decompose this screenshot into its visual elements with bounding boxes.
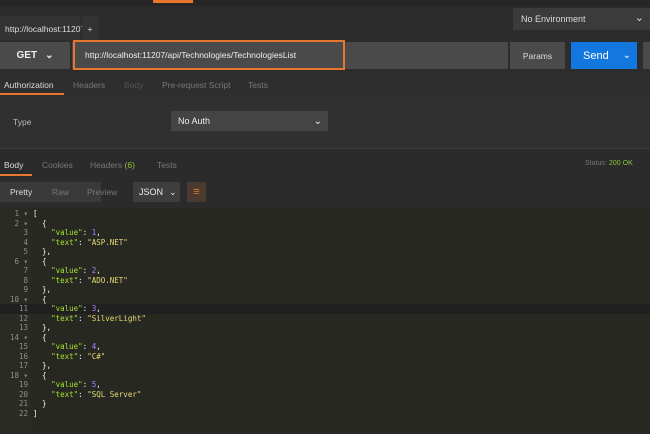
active-indicator	[153, 0, 193, 3]
send-button[interactable]: Send ⌄	[571, 42, 637, 69]
tab-response-headers[interactable]: Headers (6)	[90, 160, 135, 170]
preview-button[interactable]: Preview	[87, 187, 117, 197]
line-number: 13	[18, 323, 28, 332]
code-line: {	[33, 218, 47, 228]
code-line: {	[33, 294, 47, 304]
request-tab[interactable]: http://localhost:11207 ✕	[0, 16, 98, 42]
line-number: 12	[18, 313, 28, 323]
save-button[interactable]	[643, 42, 650, 69]
params-button[interactable]: Params	[510, 42, 565, 69]
new-tab-button[interactable]: +	[82, 16, 98, 42]
line-number: 14 ▾	[9, 332, 28, 342]
code-line: {	[33, 370, 47, 380]
format-type-value: JSON	[139, 187, 164, 197]
code-line: "text": "SilverLight"	[51, 313, 146, 323]
raw-button[interactable]: Raw	[52, 187, 69, 197]
tab-cookies[interactable]: Cookies	[42, 160, 73, 170]
line-number: 19	[18, 380, 28, 389]
auth-type-select[interactable]: No Auth ⌄	[171, 111, 328, 131]
tab-response-tests[interactable]: Tests	[157, 160, 177, 170]
code-line: },	[33, 361, 52, 370]
send-label: Send	[583, 49, 609, 62]
method-value: GET	[16, 50, 38, 61]
line-number: 22	[18, 408, 28, 418]
chevron-down-icon: ⌄	[169, 186, 177, 197]
line-number: 7	[23, 266, 28, 275]
url-value: http://localhost:11207/api/Technologies/…	[85, 50, 297, 60]
code-line: "value": 2,	[51, 266, 101, 275]
line-number: 4	[23, 237, 28, 247]
chevron-down-icon: ⌄	[45, 50, 54, 61]
line-number: 16	[18, 351, 28, 361]
tab-label: http://localhost:11207	[5, 24, 86, 34]
format-type-select[interactable]: JSON ⌄	[133, 182, 180, 202]
line-number: 10 ▾	[9, 294, 28, 304]
type-label: Type	[13, 117, 32, 127]
request-tabs: Authorization Headers Body Pre-request S…	[0, 72, 650, 96]
line-number: 21	[18, 399, 28, 408]
line-number: 20	[18, 389, 28, 399]
code-line: },	[33, 247, 52, 256]
code-line: "text": "C#"	[51, 351, 106, 361]
line-number: 6 ▾	[14, 256, 28, 266]
code-line: "text": "ADO.NET"	[51, 275, 128, 285]
code-line: {	[33, 256, 47, 266]
line-number: 17	[18, 361, 28, 370]
tab-response-body[interactable]: Body	[4, 160, 23, 170]
response-tabs: Body Cookies Headers (6) Tests Status: 2…	[0, 148, 650, 178]
code-line: "text": "ASP.NET"	[51, 237, 128, 247]
code-line: "value": 5,	[51, 380, 101, 389]
tab-headers[interactable]: Headers	[73, 80, 105, 90]
code-line: "value": 1,	[51, 228, 101, 237]
method-select[interactable]: GET ⌄	[0, 42, 70, 69]
format-group: Pretty Raw Preview	[0, 182, 117, 202]
tab-pre-request-script[interactable]: Pre-request Script	[162, 80, 231, 90]
headers-label: Headers	[90, 160, 123, 170]
headers-count: (6)	[124, 160, 135, 170]
line-number: 5	[23, 247, 28, 256]
chevron-down-icon: ⌄	[313, 115, 322, 127]
tab-body[interactable]: Body	[124, 80, 143, 90]
tab-authorization[interactable]: Authorization	[4, 80, 54, 90]
code-line: "value": 4,	[51, 342, 101, 351]
chevron-down-icon[interactable]: ⌄	[623, 50, 631, 61]
url-input[interactable]: http://localhost:11207/api/Technologies/…	[73, 40, 345, 70]
environment-select[interactable]: No Environment ⌄	[513, 8, 650, 30]
code-line: "value": 3,	[51, 304, 101, 313]
line-number: 11	[18, 304, 28, 313]
code-line: [	[33, 209, 38, 218]
line-number: 15	[18, 342, 28, 351]
code-line: ]	[33, 408, 38, 418]
code-line: {	[33, 332, 47, 342]
tab-underline	[0, 93, 64, 95]
wrap-lines-icon[interactable]: ≡	[187, 182, 206, 202]
pretty-button[interactable]: Pretty	[10, 187, 32, 197]
code-line: },	[33, 285, 52, 294]
line-number: 18 ▾	[9, 370, 28, 380]
line-number: 8	[23, 275, 28, 285]
response-body-editor[interactable]: 1 ▾ [2 ▾ {3 "value": 1, 4 "text": "ASP.NET…	[0, 208, 650, 434]
code-line: "text": "SQL Server"	[51, 389, 142, 399]
chevron-down-icon: ⌄	[634, 12, 644, 24]
status-value: 200 OK	[609, 160, 633, 167]
line-number: 1 ▾	[14, 209, 28, 218]
auth-type-value: No Auth	[178, 116, 211, 126]
tab-tests[interactable]: Tests	[248, 80, 268, 90]
line-number: 9	[23, 285, 28, 294]
code-line: }	[33, 399, 47, 408]
line-number: 3	[23, 228, 28, 237]
environment-value: No Environment	[521, 14, 586, 24]
status-label: Status:	[585, 160, 607, 167]
line-number: 2 ▾	[14, 218, 28, 228]
code-line: },	[33, 323, 52, 332]
tab-underline	[0, 174, 32, 176]
